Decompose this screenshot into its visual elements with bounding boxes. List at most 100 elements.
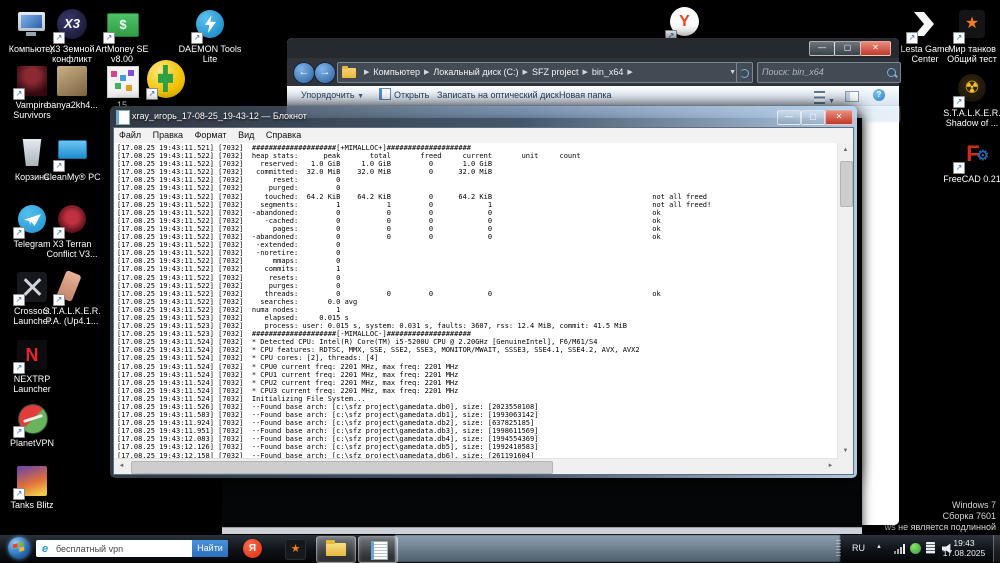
desktop-icon-artmoney[interactable]: $↗ ArtMoney SE v8.00	[90, 8, 154, 64]
horizontal-scroll-thumb[interactable]	[131, 461, 553, 474]
shortcut-arrow-icon: ↗	[13, 488, 25, 500]
notification-tray-icon[interactable]	[926, 542, 935, 554]
breadcrumb-item[interactable]: Локальный диск (C:)	[433, 63, 518, 82]
monitor-icon	[58, 140, 87, 159]
taskbar: e Найти Я ★ RU ▲ 19:43 17.08.2025	[0, 534, 1000, 562]
explorer-taskbar-button[interactable]	[316, 536, 356, 563]
shortcut-arrow-icon: ↗	[53, 32, 65, 44]
shortcut-arrow-icon: ↗	[13, 362, 25, 374]
open-file-icon	[379, 88, 391, 100]
change-view-icon[interactable]	[814, 91, 825, 104]
breadcrumb-item[interactable]: SFZ project	[532, 63, 579, 82]
maximize-button[interactable]: ▢	[801, 110, 825, 125]
back-button[interactable]: ←	[293, 62, 315, 84]
burn-disc-button[interactable]: Записать на оптический диск	[437, 86, 559, 105]
desktop-icon-stalker-pa[interactable]: ↗ S.T.A.L.K.E.R. P.A. (Up4.1...	[40, 270, 104, 326]
breadcrumb-item[interactable]: Компьютер	[373, 63, 420, 82]
shortcut-arrow-icon: ↗	[191, 32, 203, 44]
taskbar-glass	[395, 535, 840, 562]
resize-grip[interactable]	[838, 459, 853, 474]
menu-edit[interactable]: Правка	[153, 130, 183, 140]
address-dropdown-caret[interactable]: ▼	[729, 63, 736, 82]
windows-activation-watermark: Windows 7 Сборка 7601 ws не является под…	[885, 500, 996, 533]
menu-format[interactable]: Формат	[195, 130, 227, 140]
desktop-icon-cleanmypc[interactable]: ↗ CleanMy® PC	[40, 136, 104, 182]
organize-menu[interactable]: Упорядочить ▼	[301, 86, 364, 105]
scroll-right-icon[interactable]: ►	[823, 459, 838, 474]
desktop-icon-mir-tankov[interactable]: ★↗ Мир танков Общий тест	[940, 8, 1000, 64]
hidden-icons-chevron[interactable]: ▲	[876, 544, 882, 550]
minimize-button[interactable]: —	[809, 41, 835, 56]
start-button[interactable]	[8, 537, 30, 559]
find-button[interactable]: Найти	[192, 540, 228, 557]
icon-label: Мир танков Общий тест	[940, 44, 1000, 64]
explorer-toolbar: Упорядочить ▼ Открыть Записать на оптиче…	[287, 86, 899, 106]
folder-icon	[326, 543, 346, 556]
desktop-icon-tanks-blitz[interactable]: ↗ Tanks Blitz	[0, 464, 64, 510]
notepad-text-area[interactable]: [17.08.25 19:43:11.521] [7032] #########…	[114, 143, 838, 459]
language-indicator[interactable]: RU	[852, 543, 865, 553]
close-button[interactable]: ✕	[825, 110, 853, 125]
vertical-scroll-thumb[interactable]	[840, 161, 853, 207]
preview-pane-icon[interactable]	[845, 91, 859, 102]
menu-file[interactable]: Файл	[119, 130, 141, 140]
notepad-window: xray_игорь_17-08-25_19-43-12 — Блокнот —…	[110, 106, 857, 478]
icon-label: X3 Terran Conflict V3...	[40, 239, 104, 259]
minimize-button[interactable]: —	[777, 110, 801, 125]
breadcrumb-separator: ▶	[582, 63, 587, 82]
explorer-navbar: ← → ▶ Компьютер ▶ Локальный диск (C:) ▶ …	[287, 58, 899, 86]
notepad-menubar: Файл Правка Формат Вид Справка	[114, 128, 853, 144]
desktop-icon-x3-terran[interactable]: ↗ X3 Terran Conflict V3...	[40, 203, 104, 259]
refresh-button[interactable]	[736, 62, 753, 83]
help-icon[interactable]: ?	[873, 89, 885, 101]
maximize-button[interactable]: ▢	[834, 41, 861, 56]
windows7-desktop: { "desktop": { "left_icons": [ {"label":…	[0, 0, 1000, 562]
desktop-icon-nextrp[interactable]: N↗ NEXTRP Launcher	[0, 338, 64, 394]
notepad-titlebar[interactable]: xray_игорь_17-08-25_19-43-12 — Блокнот —…	[110, 106, 857, 127]
shortcut-arrow-icon: ↗	[103, 32, 115, 44]
search-input[interactable]: Поиск: bin_x64	[757, 62, 901, 83]
icon-label: S.T.A.L.K.E.R. P.A. (Up4.1...	[40, 306, 104, 326]
address-bar[interactable]: ▶ Компьютер ▶ Локальный диск (C:) ▶ SFZ …	[337, 62, 741, 83]
desktop-icon-daemon-tools[interactable]: ↗ DAEMON Tools Lite	[178, 8, 242, 64]
forward-button[interactable]: →	[314, 62, 336, 84]
notepad-icon	[116, 110, 130, 125]
shortcut-arrow-icon: ↗	[53, 160, 65, 172]
desktop-icon-add-green-plus[interactable]: ↗	[133, 62, 197, 98]
breadcrumb-item[interactable]: bin_x64	[592, 63, 624, 82]
notepad-icon	[371, 541, 388, 560]
photo-icon	[57, 66, 87, 96]
show-desktop-button[interactable]	[993, 535, 1000, 562]
menu-help[interactable]: Справка	[266, 130, 301, 140]
windows-flag-icon	[13, 542, 25, 554]
vertical-scrollbar[interactable]: ▲ ▼	[837, 143, 853, 459]
network-icon[interactable]	[894, 544, 906, 554]
menu-view[interactable]: Вид	[238, 130, 254, 140]
open-button[interactable]: Открыть	[379, 86, 429, 105]
taskbar-search-input[interactable]	[54, 543, 192, 555]
horizontal-scrollbar[interactable]: ◄ ►	[114, 458, 838, 474]
yandex-taskbar-icon[interactable]: Я	[243, 539, 262, 558]
antivirus-tray-icon[interactable]	[910, 543, 921, 554]
desktop-icon-freecad[interactable]: F⚙↗ FreeCAD 0.21	[940, 138, 1000, 184]
desktop-icon-planetvpn[interactable]: ↗ PlanetVPN	[0, 402, 64, 448]
taskbar-search[interactable]: e Найти	[36, 540, 228, 557]
notepad-taskbar-button[interactable]	[358, 536, 398, 563]
taskbar-clock[interactable]: 19:43 17.08.2025	[938, 538, 990, 558]
new-folder-button[interactable]: Новая папка	[559, 86, 611, 105]
browser-e-icon: e	[39, 543, 51, 555]
watermark-line: ws не является подлинной	[885, 522, 996, 533]
mir-tankov-taskbar-icon[interactable]: ★	[285, 539, 306, 560]
scroll-left-icon[interactable]: ◄	[114, 459, 129, 474]
shortcut-arrow-icon: ↗	[13, 88, 25, 100]
desktop-icon-stalker-shadow[interactable]: ☢↗ S.T.A.L.K.E.R. Shadow of ...	[940, 72, 1000, 128]
explorer-titlebar[interactable]: — ▢ ✕	[287, 38, 899, 58]
shortcut-arrow-icon: ↗	[906, 32, 918, 44]
shortcut-arrow-icon: ↗	[953, 162, 965, 174]
taskbar-grip	[836, 540, 841, 557]
close-button[interactable]: ✕	[860, 41, 891, 56]
icon-label: S.T.A.L.K.E.R. Shadow of ...	[940, 108, 1000, 128]
breadcrumb-separator: ▶	[523, 63, 528, 82]
scroll-up-icon[interactable]: ▲	[838, 143, 853, 158]
scroll-down-icon[interactable]: ▼	[838, 444, 853, 459]
